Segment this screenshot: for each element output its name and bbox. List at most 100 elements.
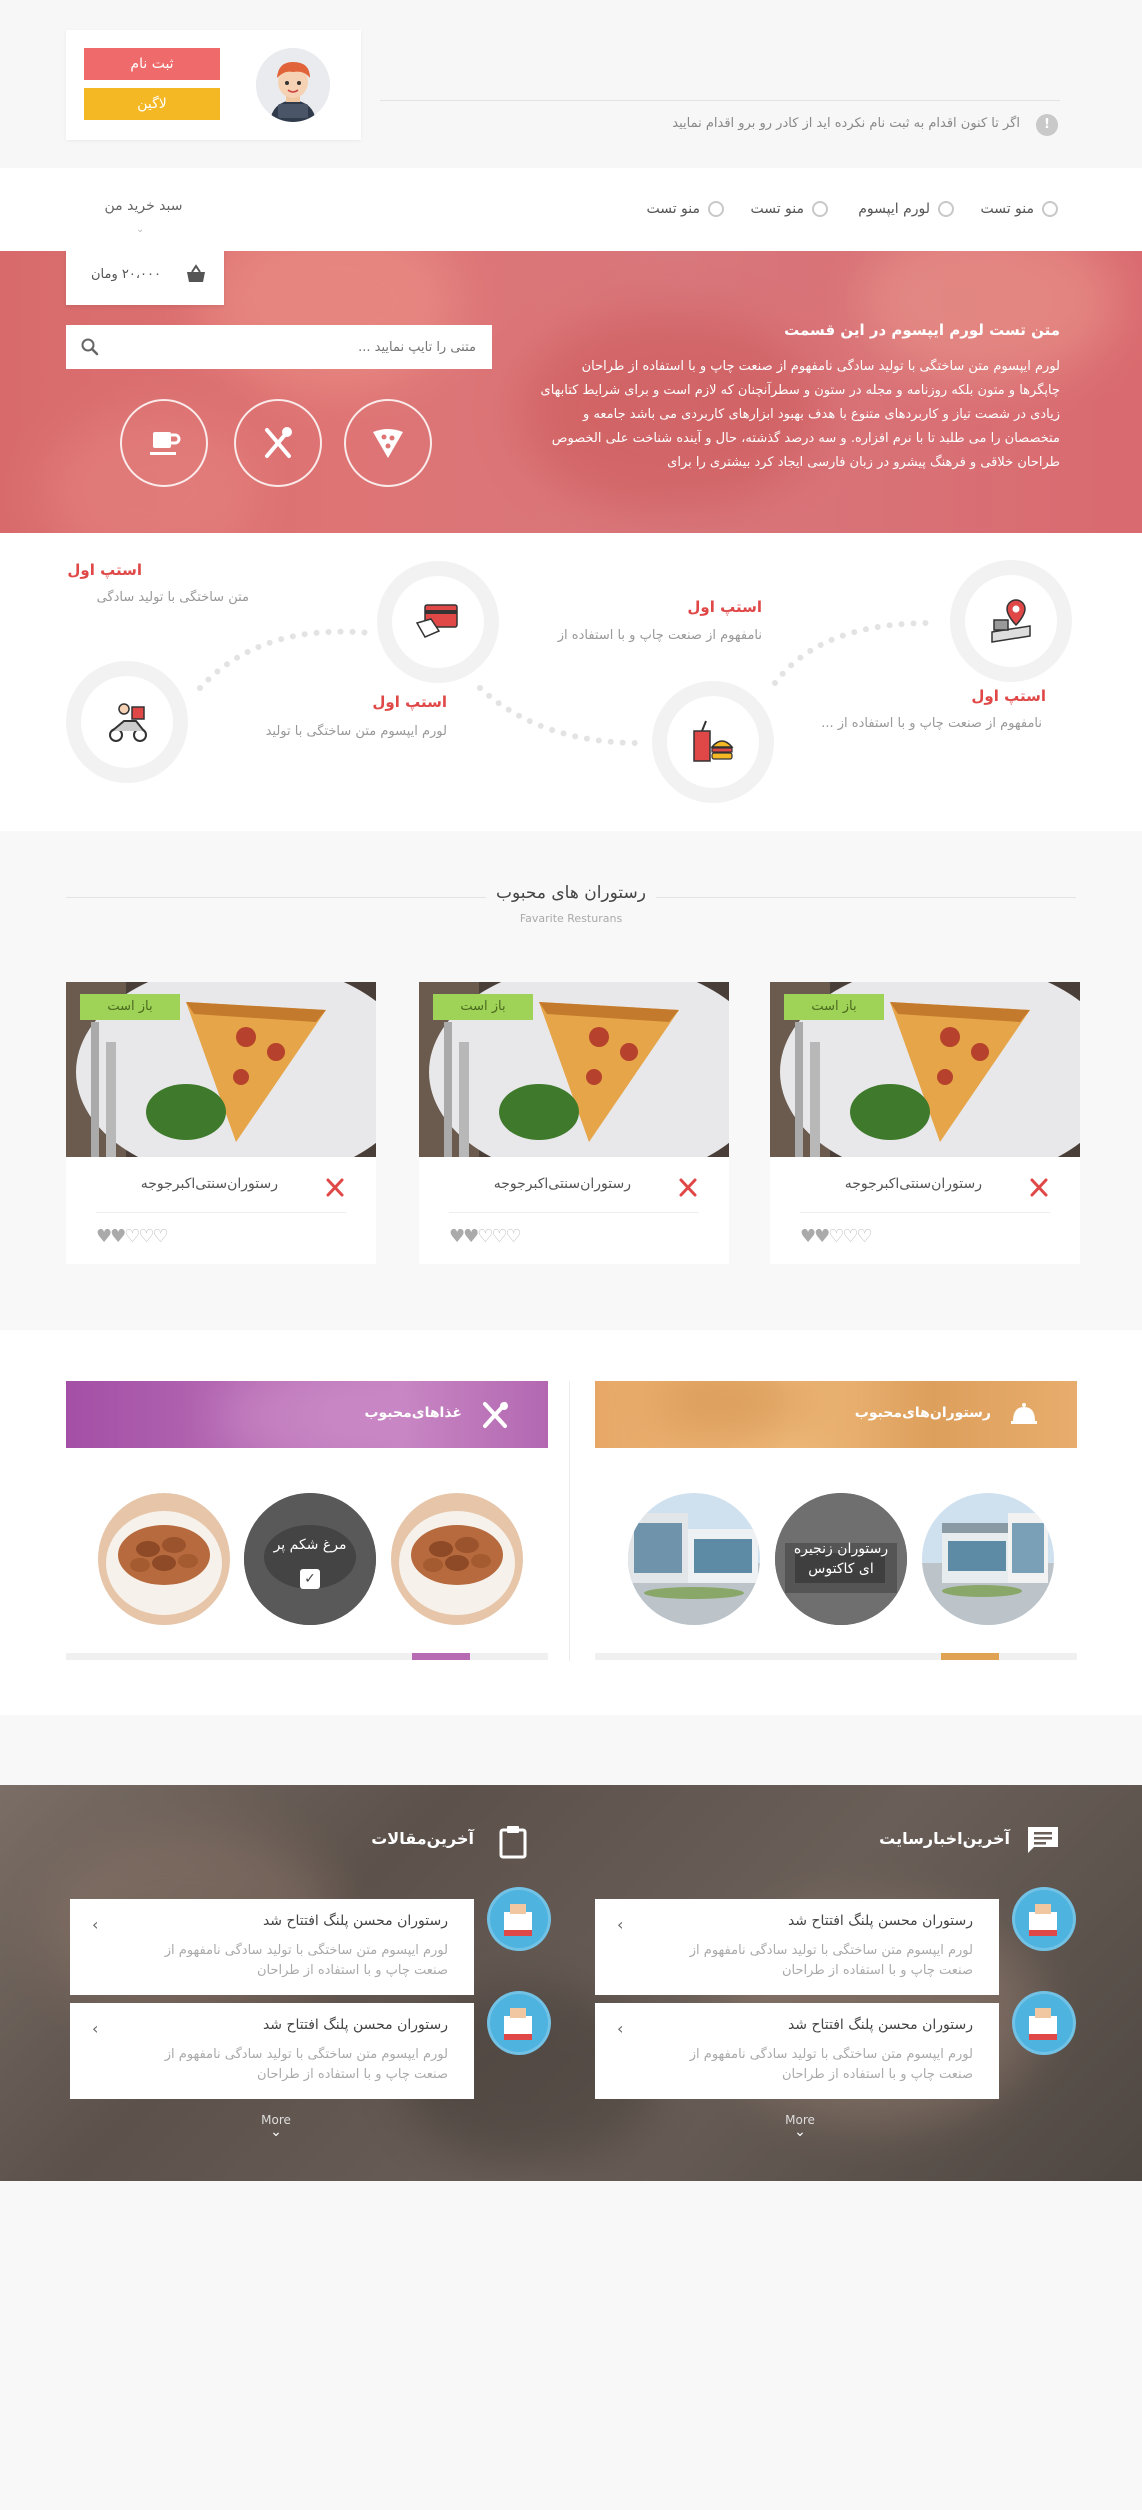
step-circle <box>377 561 499 683</box>
divider <box>569 1381 570 1661</box>
pizza-image: باز است <box>770 982 1080 1157</box>
restaurant-category-button[interactable] <box>234 399 322 487</box>
avatar <box>256 48 330 122</box>
open-badge: باز است <box>433 994 533 1020</box>
login-button[interactable]: لاگین <box>84 88 220 120</box>
cart-toggle[interactable]: سبد خرید من <box>66 198 221 214</box>
coffee-category-button[interactable] <box>120 399 208 487</box>
divider <box>96 1212 346 1213</box>
article-item[interactable]: رستوران محسن پلنگ افتتاح شد لورم ایپسوم … <box>70 2003 474 2099</box>
panel-title: غذاهای‌محبوب <box>364 1405 462 1421</box>
step-circle <box>950 560 1072 682</box>
news-title: رستوران محسن پلنگ افتتاح شد <box>787 2017 973 2033</box>
cart-dropdown: ۲۰،۰۰۰ ومان <box>66 251 224 305</box>
fork-knife-icon <box>1030 1178 1048 1197</box>
popular-foods-header: غذاهای‌محبوب <box>66 1381 548 1448</box>
nav-item-2[interactable]: لورم ایپسوم <box>858 198 954 220</box>
chevron-down-icon[interactable]: ⌄ <box>136 224 144 235</box>
steps-section: استپ اول نامفهوم از صنعت چاپ و با استفاد… <box>0 533 1142 831</box>
divider <box>449 1212 699 1213</box>
foods-progress-fill <box>412 1653 470 1660</box>
pizza-category-button[interactable] <box>344 399 432 487</box>
search-input[interactable] <box>66 325 492 369</box>
fork-knife-icon <box>483 1402 508 1428</box>
divider <box>380 100 1060 101</box>
article-thumbnail <box>487 1991 551 2055</box>
restaurant-chain-image[interactable]: رستوران زنجیره ای کاکتوس <box>775 1493 907 1625</box>
radio-icon <box>1042 201 1058 217</box>
open-badge: باز است <box>80 994 180 1020</box>
map-pin-icon <box>991 599 1031 643</box>
message-icon <box>1028 1827 1058 1853</box>
article-title: رستوران محسن پلنگ افتتاح شد <box>262 2017 448 2033</box>
step-title: استپ اول <box>67 561 142 579</box>
checkmark-icon[interactable]: ✓ <box>300 1569 320 1589</box>
chevron-left-icon[interactable]: ‹ <box>92 2019 98 2038</box>
restaurant-card[interactable]: باز است رستوران‌سنتی‌اکبر‌جوجه ♥♥♡♡♡ <box>66 982 376 1264</box>
register-button[interactable]: ثبت نام <box>84 48 220 80</box>
credit-card-icon <box>415 604 458 638</box>
restaurant-card[interactable]: باز است رستوران‌سنتی‌اکبر‌جوجه ♥♥♡♡♡ <box>419 982 729 1264</box>
section-subtitle: Favarite Resturans <box>519 912 623 925</box>
hero-title: متن تست لورم ایپسوم در این قسمت <box>784 321 1060 339</box>
more-news-link[interactable]: More ⌄ <box>780 2113 820 2139</box>
top-bar: ثبت نام لاگین اگر تا کنون اقدام به ثبت ن… <box>0 0 1142 168</box>
step-text: نامفهوم از صنعت چاپ و با استفاده از ... <box>821 716 1042 731</box>
restaurant-card[interactable]: باز است رستوران‌سنتی‌اکبر‌جوجه ♥♥♡♡♡ <box>770 982 1080 1264</box>
more-articles-link[interactable]: More ⌄ <box>256 2113 296 2140</box>
clipboard-icon <box>499 1826 527 1859</box>
cart-price: ۲۰،۰۰۰ ومان <box>91 267 161 282</box>
fork-knife-icon <box>326 1178 344 1197</box>
popular-restaurants-header: رستوران‌های‌محبوب <box>595 1381 1077 1448</box>
restaurant-image[interactable] <box>628 1493 760 1625</box>
article-thumbnail <box>487 1887 551 1951</box>
news-text: لورم ایپسوم متن ساختگی با تولید سادگی نا… <box>689 1943 973 1978</box>
news-thumbnail <box>1012 1887 1076 1951</box>
nav-item-label: منو تست <box>646 201 700 217</box>
restaurant-image[interactable] <box>922 1493 1054 1625</box>
restaurant-name[interactable]: رستوران‌سنتی‌اکبر‌جوجه <box>141 1176 278 1192</box>
step-text: متن ساختگی با تولید سادگی <box>96 590 249 605</box>
food-image-selected[interactable]: مرغ شکم پر ✓ <box>244 1493 376 1625</box>
panel-title: رستوران‌های‌محبوب <box>854 1405 991 1421</box>
news-item[interactable]: رستوران محسن پلنگ افتتاح شد لورم ایپسوم … <box>595 1899 999 1995</box>
step-circle <box>652 681 774 803</box>
nav-item-1[interactable]: منو تست <box>980 198 1058 220</box>
basket-icon[interactable] <box>184 263 208 287</box>
chevron-left-icon[interactable]: ‹ <box>617 1915 623 1934</box>
site-news-title: آخرین‌اخبار‌سایت <box>879 1829 1010 1848</box>
restaurant-name[interactable]: رستوران‌سنتی‌اکبر‌جوجه <box>845 1176 982 1192</box>
hero-banner: ۲۰،۰۰۰ ومان متنی را تایپ نمایید ... متن … <box>0 251 1142 533</box>
article-text: لورم ایپسوم متن ساختگی با تولید سادگی نا… <box>164 1943 448 1978</box>
cloche-icon <box>1011 1403 1037 1424</box>
food-image[interactable] <box>98 1493 230 1625</box>
news-thumbnail <box>1012 1991 1076 2055</box>
divider <box>800 1212 1050 1213</box>
hero-text: لورم ایپسوم متن ساختگی با تولید سادگی نا… <box>540 359 1060 470</box>
search-icon[interactable] <box>80 337 100 357</box>
pizza-slice-icon <box>373 429 403 458</box>
news-item[interactable]: رستوران محسن پلنگ افتتاح شد لورم ایپسوم … <box>595 2003 999 2099</box>
boy-avatar-icon <box>256 48 330 122</box>
delivery-scooter-icon <box>109 703 147 742</box>
chevron-left-icon[interactable]: ‹ <box>92 1915 98 1934</box>
step-text: نامفهوم از صنعت چاپ و با استفاده از <box>557 628 762 643</box>
food-image[interactable] <box>391 1493 523 1625</box>
nav-item-3[interactable]: منو تست <box>750 198 828 220</box>
news-text: لورم ایپسوم متن ساختگی با تولید سادگی نا… <box>689 2047 973 2082</box>
coffee-cup-icon <box>150 432 181 455</box>
section-title: رستوران های محبوب <box>495 883 647 903</box>
nav-item-4[interactable]: منو تست <box>646 198 724 220</box>
chevron-down-icon: ⌄ <box>270 2124 282 2140</box>
chevron-left-icon[interactable]: ‹ <box>617 2019 623 2038</box>
rating-hearts: ♥♥♡♡♡ <box>96 1226 169 1247</box>
article-item[interactable]: رستوران محسن پلنگ افتتاح شد لورم ایپسوم … <box>70 1899 474 1995</box>
step-title: استپ اول <box>372 693 447 711</box>
article-title: رستوران محسن پلنگ افتتاح شد <box>262 1913 448 1929</box>
restaurant-name[interactable]: رستوران‌سنتی‌اکبر‌جوجه <box>494 1176 631 1192</box>
article-text: لورم ایپسوم متن ساختگی با تولید سادگی نا… <box>164 2047 448 2082</box>
step-title: استپ اول <box>687 598 762 616</box>
pizza-image: باز است <box>66 982 376 1157</box>
radio-icon <box>938 201 954 217</box>
open-badge: باز است <box>784 994 884 1020</box>
